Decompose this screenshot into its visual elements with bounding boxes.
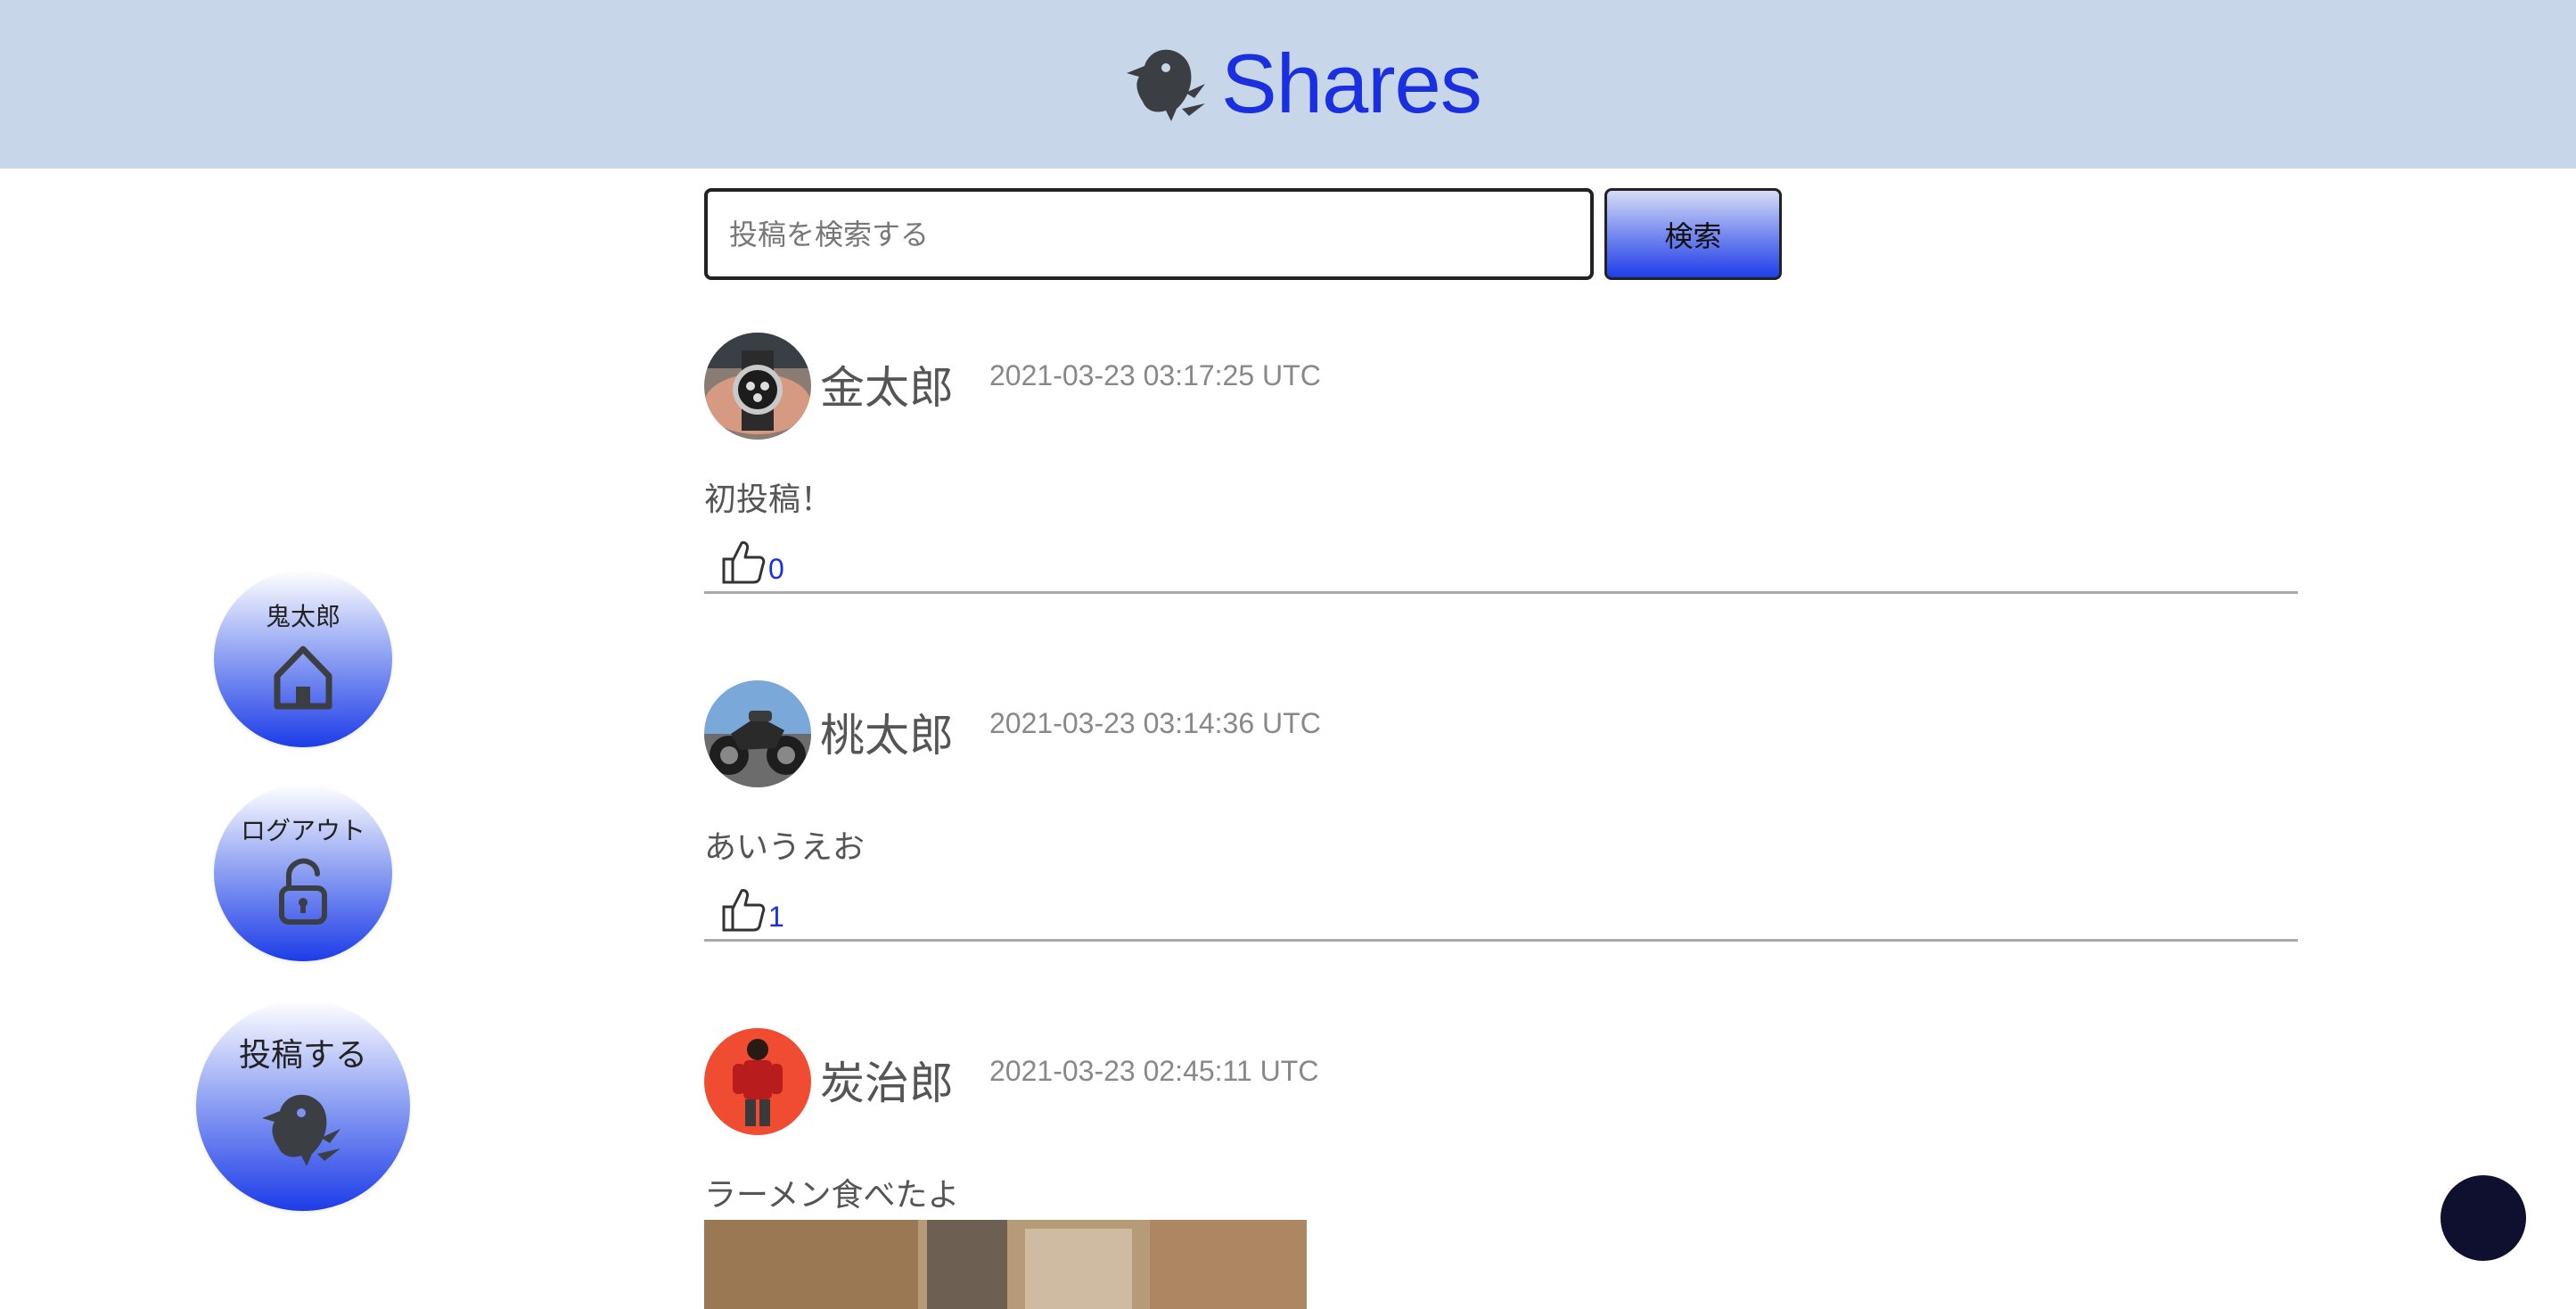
- like-count: 1: [768, 901, 784, 933]
- post-divider: [704, 939, 2298, 942]
- character-avatar-image: [704, 1028, 811, 1135]
- ramen-photo: [704, 1220, 1307, 1309]
- app-header: Shares: [0, 0, 2576, 169]
- user-avatar[interactable]: [704, 1028, 811, 1135]
- unlock-icon: [279, 858, 327, 925]
- thumbs-up-icon: [722, 889, 766, 932]
- bird-logo-icon: [1127, 49, 1205, 121]
- post-timestamp: 2021-03-23 03:17:25 UTC: [989, 359, 1321, 391]
- app-title: Shares: [1221, 37, 1482, 130]
- post-divider: [704, 591, 2298, 594]
- home-button-label: 鬼太郎: [265, 602, 340, 631]
- new-post-button-label: 投稿する: [238, 1037, 367, 1074]
- like-button[interactable]: 0: [720, 539, 784, 584]
- user-avatar[interactable]: [704, 680, 811, 787]
- post-username[interactable]: 金太郎: [820, 352, 954, 416]
- bird-icon: [262, 1094, 340, 1166]
- floating-action-button[interactable]: [2441, 1175, 2526, 1261]
- home-button[interactable]: 鬼太郎: [214, 571, 392, 747]
- post-image[interactable]: [704, 1220, 1307, 1309]
- search-button[interactable]: 検索: [1604, 188, 1782, 280]
- new-post-button[interactable]: 投稿する: [196, 1000, 410, 1211]
- post-body: ラーメン食べたよ: [704, 1177, 960, 1214]
- like-button[interactable]: 1: [720, 887, 784, 932]
- post-timestamp: 2021-03-23 03:14:36 UTC: [989, 707, 1321, 739]
- logout-button[interactable]: ログアウト: [214, 785, 392, 961]
- search-input[interactable]: [704, 188, 1594, 280]
- thumbs-up-icon: [722, 541, 766, 584]
- user-avatar[interactable]: [704, 333, 811, 440]
- like-count: 0: [768, 553, 784, 585]
- post-body: 初投稿！: [704, 482, 833, 518]
- motorcycle-avatar-image: [704, 680, 811, 787]
- watch-avatar-image: [704, 333, 811, 440]
- brand[interactable]: Shares: [1120, 37, 1482, 130]
- post-username[interactable]: 炭治郎: [820, 1048, 954, 1112]
- post-username[interactable]: 桃太郎: [820, 700, 954, 764]
- post-body: あいうえお: [704, 829, 866, 866]
- home-icon: [274, 646, 332, 710]
- post-timestamp: 2021-03-23 02:45:11 UTC: [989, 1055, 1319, 1087]
- logout-button-label: ログアウト: [240, 816, 365, 845]
